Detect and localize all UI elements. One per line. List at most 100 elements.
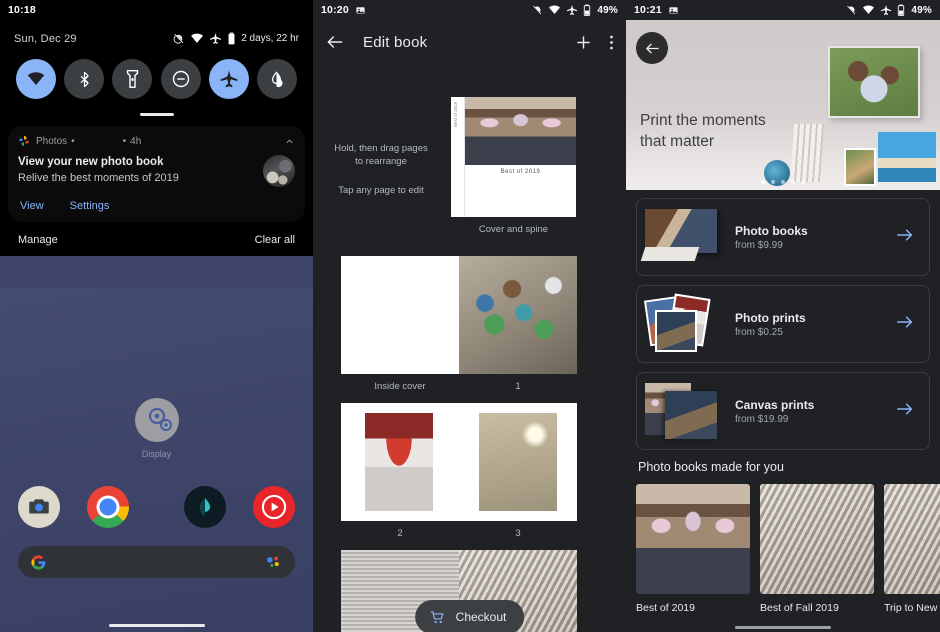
chevron-up-icon[interactable] bbox=[284, 136, 295, 147]
section-title-made-for-you: Photo books made for you bbox=[638, 460, 784, 474]
caption-page-1: 1 bbox=[515, 381, 521, 392]
product-name: Photo prints bbox=[735, 310, 806, 325]
notification-header: Photos • • 4h bbox=[18, 135, 295, 147]
book-pages-scroll[interactable]: Hold, then drag pages to rearrange Tap a… bbox=[313, 64, 626, 632]
edit-book-appbar: Edit book bbox=[313, 20, 626, 64]
caption-page-2: 2 bbox=[397, 528, 403, 539]
carousel-dot-2[interactable] bbox=[771, 180, 775, 184]
shade-drag-handle[interactable] bbox=[139, 113, 174, 116]
notification-photos[interactable]: Photos • • 4h View your new photo book R… bbox=[8, 126, 305, 222]
hero-title: Print the moments that matter bbox=[640, 110, 766, 152]
status-clock-store: 10:21 bbox=[634, 4, 662, 16]
carousel-dot-1[interactable] bbox=[761, 180, 765, 184]
youtube-music-app-icon[interactable] bbox=[253, 486, 295, 528]
page-3 bbox=[459, 403, 577, 521]
suggested-books-row[interactable]: Best of 2019 Best of Fall 2019 Trip to N… bbox=[636, 484, 940, 614]
product-card-canvas-prints[interactable]: Canvas prints from $19.99 bbox=[636, 372, 930, 450]
qs-tile-bluetooth[interactable] bbox=[64, 59, 105, 99]
book-title: Best of 2019 bbox=[636, 602, 695, 614]
home-dock bbox=[0, 486, 313, 528]
product-card-photo-prints[interactable]: Photo prints from $0.25 bbox=[636, 285, 930, 363]
notification-title: View your new photo book bbox=[18, 156, 164, 168]
store-hero-banner[interactable]: Print the moments that matter bbox=[626, 20, 940, 190]
page-spread-inside-1[interactable]: Inside cover 1 bbox=[341, 256, 577, 392]
product-card-photo-books[interactable]: Photo books from $9.99 bbox=[636, 198, 930, 276]
battery-percent-store: 49% bbox=[911, 4, 932, 16]
arrow-right-icon bbox=[897, 402, 913, 415]
overflow-menu-button[interactable] bbox=[609, 33, 614, 52]
nav-gesture-pill[interactable] bbox=[108, 624, 205, 627]
carousel-dot-3[interactable] bbox=[781, 180, 785, 184]
spread-sheet-1 bbox=[341, 403, 577, 521]
page-cover-and-spine[interactable]: Best of 2019 Best of 2019 Cover and spin… bbox=[451, 97, 576, 235]
book-card-best-of-2019[interactable]: Best of 2019 bbox=[636, 484, 750, 614]
airplane-status-icon bbox=[210, 33, 222, 44]
status-bar-store: 10:21 49% bbox=[626, 0, 940, 20]
notification-time: 4h bbox=[130, 135, 142, 147]
checkout-button[interactable]: Checkout bbox=[414, 600, 525, 632]
book-card-best-of-fall-2019[interactable]: Best of Fall 2019 bbox=[760, 484, 874, 614]
display-widget[interactable]: Display bbox=[0, 398, 313, 459]
book-cover-image bbox=[636, 484, 750, 594]
book-card-trip-to-new-york[interactable]: Trip to New York bbox=[884, 484, 940, 614]
qs-tile-wifi[interactable] bbox=[16, 59, 56, 99]
hero-title-line-2: that matter bbox=[640, 133, 715, 150]
google-search-bar[interactable] bbox=[18, 546, 295, 578]
product-price: from $9.99 bbox=[735, 239, 783, 251]
quick-settings-tiles bbox=[0, 45, 313, 105]
qs-tile-flashlight[interactable] bbox=[112, 59, 153, 99]
alarm-off-icon bbox=[173, 33, 184, 44]
hero-carousel-dots[interactable] bbox=[761, 180, 805, 184]
qs-tile-do-not-disturb[interactable] bbox=[160, 59, 201, 99]
add-icon bbox=[577, 35, 590, 49]
wifi-status-icon bbox=[863, 5, 875, 14]
product-name: Canvas prints bbox=[735, 397, 815, 412]
product-arrow-canvas-prints[interactable] bbox=[895, 401, 915, 422]
clear-all-button[interactable]: Clear all bbox=[255, 234, 295, 246]
hero-back-button[interactable] bbox=[636, 32, 668, 64]
notification-action-settings[interactable]: Settings bbox=[70, 200, 110, 212]
manage-notifications-button[interactable]: Manage bbox=[18, 234, 58, 246]
contrast-icon bbox=[272, 70, 283, 87]
notification-sep-2: • bbox=[122, 135, 127, 147]
status-clock: 10:18 bbox=[8, 4, 36, 16]
product-arrow-photo-books[interactable] bbox=[895, 227, 915, 248]
carousel-dot-5[interactable] bbox=[801, 180, 805, 184]
status-icons-edit: 49% bbox=[531, 4, 618, 16]
book-cover-image bbox=[884, 484, 940, 594]
alarm-off-icon bbox=[847, 5, 856, 15]
qs-tile-dark-theme[interactable] bbox=[256, 59, 297, 99]
dark-app-icon[interactable] bbox=[183, 486, 226, 528]
hint-line-1: Hold, then drag pages bbox=[334, 143, 428, 154]
product-arrow-photo-prints[interactable] bbox=[895, 314, 915, 335]
book-title: Trip to New York bbox=[884, 602, 940, 614]
chrome-app-icon[interactable] bbox=[87, 486, 130, 528]
carousel-dot-4[interactable] bbox=[791, 180, 795, 184]
google-assistant-icon[interactable] bbox=[265, 554, 283, 570]
panel-quick-settings: Display 10:18 Sun, Dec 29 2 days, 22 hr … bbox=[0, 0, 313, 632]
battery-time-remaining: 2 days, 22 hr bbox=[241, 33, 299, 44]
hero-dog-print bbox=[844, 148, 876, 186]
airplane-status-icon bbox=[881, 5, 892, 15]
more-vert-icon bbox=[610, 35, 613, 49]
wifi-icon bbox=[27, 72, 45, 85]
add-page-button[interactable] bbox=[574, 33, 593, 52]
hint-line-2: to rearrange bbox=[355, 156, 407, 167]
nav-gesture-pill-store[interactable] bbox=[735, 626, 831, 629]
airplane-status-icon bbox=[567, 5, 578, 15]
qs-tile-airplane-mode[interactable] bbox=[208, 59, 249, 99]
shopping-cart-icon bbox=[430, 610, 443, 623]
back-arrow-icon[interactable] bbox=[325, 32, 345, 52]
page-spread-2-3[interactable]: 2 3 bbox=[341, 403, 577, 539]
store-content: Photo books from $9.99 Photo prints from… bbox=[626, 190, 940, 614]
camera-app-icon[interactable] bbox=[18, 486, 60, 528]
book-cover-image bbox=[760, 484, 874, 594]
cover-sheet: Best of 2019 Best of 2019 bbox=[451, 97, 576, 217]
screenshot-icon bbox=[669, 6, 678, 14]
notification-body: View your new photo book Relive the best… bbox=[18, 155, 295, 187]
wifi-status-icon bbox=[191, 33, 204, 43]
wifi-status-icon bbox=[549, 5, 561, 14]
hero-beach-print bbox=[878, 132, 936, 182]
hero-title-line-1: Print the moments bbox=[640, 112, 766, 129]
notification-action-view[interactable]: View bbox=[20, 200, 44, 212]
